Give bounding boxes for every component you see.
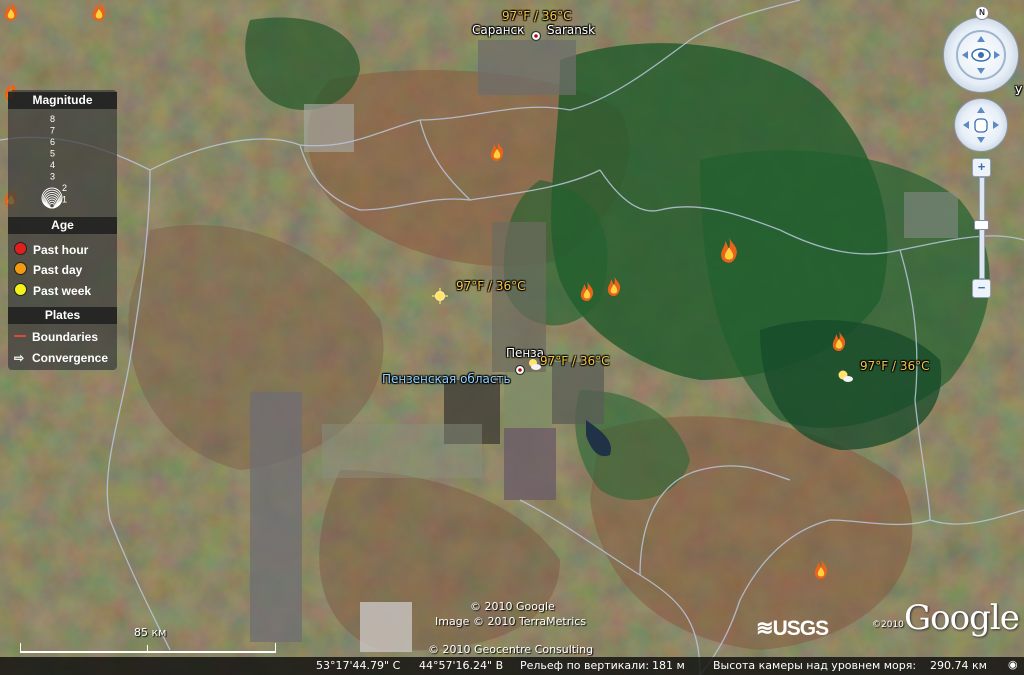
move-control[interactable] <box>954 98 1008 152</box>
city-label-saransk-en[interactable]: Saransk <box>547 23 595 37</box>
zoom-slider[interactable]: + − <box>972 158 991 298</box>
map-view[interactable]: Саранск Saransk Пенза Пензенская область… <box>0 0 1024 675</box>
legend-magnitude-title: Magnitude <box>8 92 117 109</box>
scale-tick-right <box>275 643 276 652</box>
magnitude-circle <box>49 202 55 209</box>
magnitude-label: 6 <box>50 137 55 147</box>
legend-age-past-day: Past day <box>14 262 82 277</box>
status-bar: 53°17'44.79" С 44°57'16.24" В Рельеф по … <box>0 657 1024 675</box>
fire-icon[interactable] <box>828 330 850 352</box>
weather-label-penza[interactable]: 97°F / 36°C <box>540 354 610 368</box>
fire-icon[interactable] <box>712 236 746 264</box>
credit-google: © 2010 Google <box>470 600 555 613</box>
fire-icon[interactable] <box>810 558 832 580</box>
legend-age-past-hour: Past hour <box>14 242 88 257</box>
magnitude-label: 1 <box>62 195 67 205</box>
status-elevation-label: Рельеф по вертикали: <box>520 659 650 672</box>
fire-icon[interactable] <box>576 280 598 302</box>
city-marker-saransk[interactable] <box>530 30 542 42</box>
fire-icon[interactable] <box>88 0 110 22</box>
credit-year: ©2010 <box>872 620 904 630</box>
google-logo: Google <box>904 598 1020 638</box>
magnitude-scale-graphic: 8 76 54 32 1 <box>41 114 67 209</box>
red-line-icon <box>14 335 26 337</box>
legend-age-past-week: Past week <box>14 283 91 298</box>
magnitude-label: 3 <box>50 172 55 182</box>
magnitude-label: 5 <box>50 149 55 159</box>
legend-plates-boundaries: Boundaries <box>14 330 98 344</box>
magnitude-label: 4 <box>50 160 55 170</box>
magnitude-label: 8 <box>50 114 55 124</box>
status-camera-label: Высота камеры над уровнем моря: <box>713 659 917 672</box>
fire-icon[interactable] <box>486 140 508 162</box>
weather-label-north[interactable]: 97°F / 36°C <box>456 279 526 293</box>
legend-plates-convergence: ⇨ Convergence <box>14 351 109 365</box>
eye-icon[interactable] <box>944 18 1018 92</box>
streaming-indicator-icon: ◉ <box>1008 658 1018 671</box>
orange-dot-icon <box>14 262 27 275</box>
status-latitude: 53°17'44.79" С <box>316 659 401 672</box>
city-label-saransk-ru[interactable]: Саранск <box>472 23 524 37</box>
yellow-dot-icon <box>14 283 27 296</box>
credit-geocentre: © 2010 Geocentre Consulting <box>428 643 594 656</box>
zoom-in-button[interactable]: + <box>972 158 991 177</box>
zoom-out-button[interactable]: − <box>972 279 991 298</box>
magnitude-label: 7 <box>50 126 55 136</box>
hand-icon[interactable] <box>955 99 1007 151</box>
satellite-imagery <box>0 0 1024 675</box>
sun-cloud-icon[interactable] <box>836 368 854 384</box>
legend-age-title: Age <box>8 217 117 234</box>
weather-label-east[interactable]: 97°F / 36°C <box>860 359 930 373</box>
status-longitude: 44°57'16.24" В <box>419 659 504 672</box>
status-camera-value: 290.74 км <box>930 659 987 672</box>
sun-icon[interactable] <box>432 288 448 304</box>
fire-icon[interactable] <box>603 275 625 297</box>
scale-tick-mid <box>147 645 148 652</box>
magnitude-label: 2 <box>62 183 67 193</box>
fire-icon[interactable] <box>0 0 22 22</box>
sun-cloud-icon[interactable] <box>526 356 542 372</box>
region-label[interactable]: Пензенская область <box>382 372 511 386</box>
city-marker-penza[interactable] <box>514 364 526 376</box>
legend-plates-title: Plates <box>8 307 117 324</box>
look-control[interactable]: N <box>943 6 1019 93</box>
zoom-thumb[interactable] <box>974 220 989 230</box>
scale-bar-line <box>20 651 276 653</box>
status-elevation-value: 181 м <box>652 659 685 672</box>
arrow-right-icon: ⇨ <box>14 351 25 365</box>
usgs-logo: ≋USGS <box>756 617 829 640</box>
legend-panel: Magnitude 8 76 54 32 1 Age Past hour Past da… <box>8 90 117 370</box>
scale-tick-left <box>20 643 21 652</box>
credit-terrametrics: Image © 2010 TerraMetrics <box>435 615 587 628</box>
scale-label: 85 км <box>134 626 167 639</box>
scale-bar: 85 км <box>20 626 276 655</box>
weather-label-saransk[interactable]: 97°F / 36°C <box>502 9 572 23</box>
red-dot-icon <box>14 242 27 255</box>
